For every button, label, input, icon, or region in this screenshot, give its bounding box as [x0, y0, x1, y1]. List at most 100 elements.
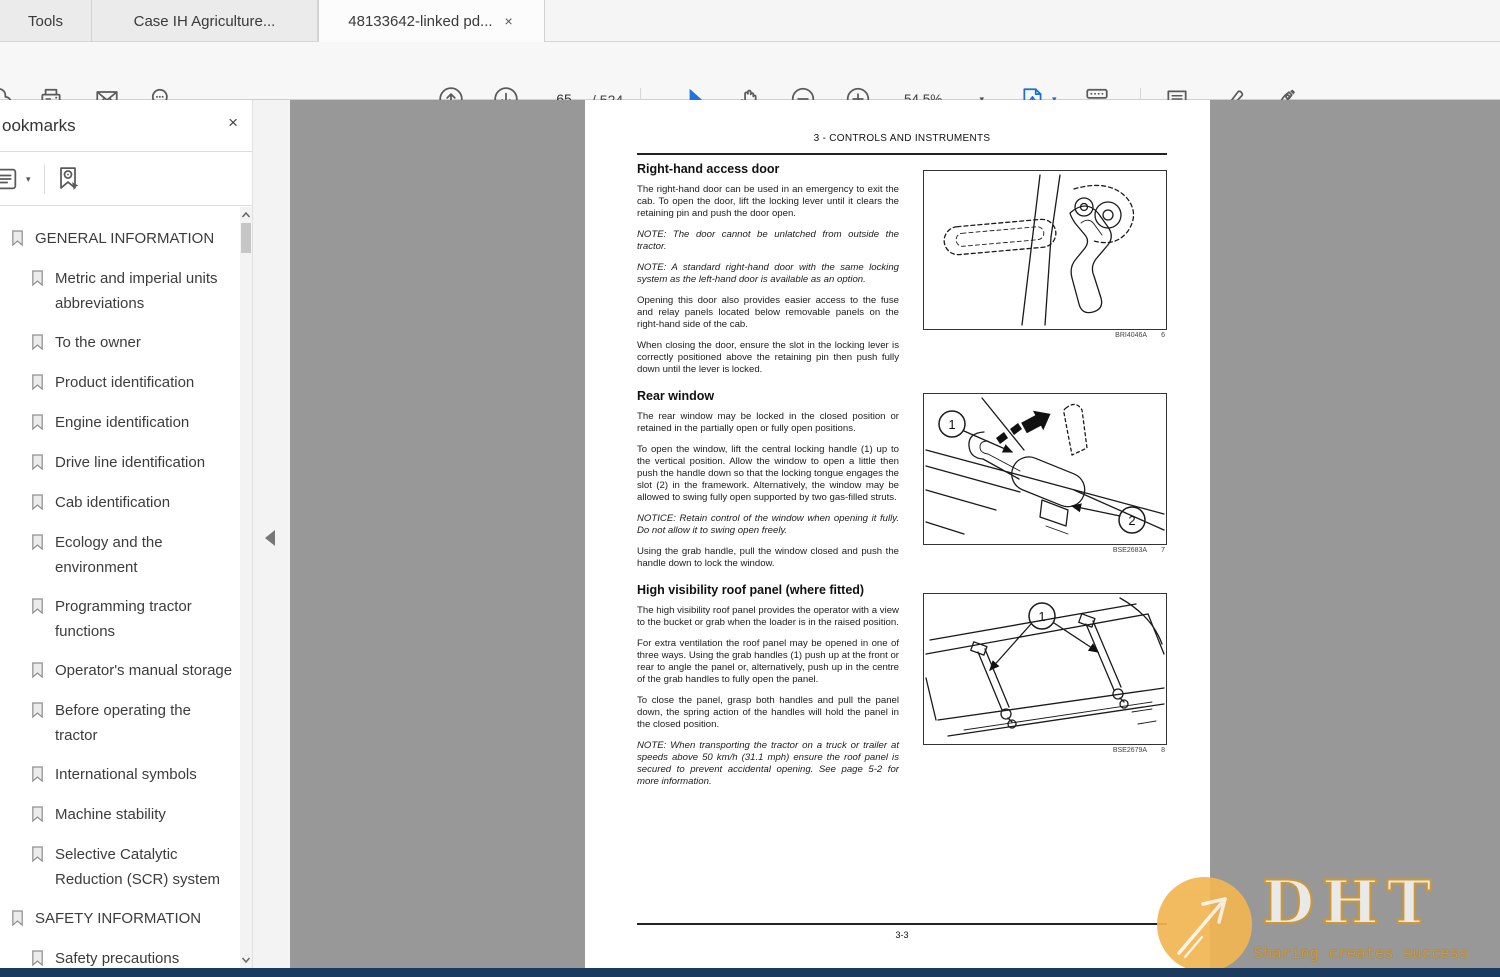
bookmark-item-cab-identification[interactable]: Cab identification: [0, 483, 240, 523]
bookmark-label: Drive line identification: [55, 454, 206, 471]
figure-code: BSE2683A: [1112, 547, 1148, 554]
section-title: High visibility roof panel (where fitted…: [637, 583, 865, 597]
paragraph: The high visibility roof panel provides …: [637, 605, 899, 628]
bookmark-options-icon[interactable]: [0, 165, 20, 193]
bookmark-item-to-the-owner[interactable]: To the owner: [0, 323, 240, 363]
page-number-label: 3-3: [895, 930, 909, 940]
bookmark-item-ecology-environment[interactable]: Ecology and the environment: [0, 523, 240, 587]
bookmark-label: To the owner: [55, 334, 141, 351]
paragraph: To open the window, lift the central loc…: [637, 444, 899, 503]
bookmark-label: Programming tractor functions: [55, 598, 192, 640]
bookmark-icon: [30, 333, 45, 356]
bookmark-item-safety-precautions[interactable]: Safety precautions: [0, 939, 240, 968]
bookmarks-title: ookmarks: [2, 116, 76, 135]
bookmark-label: Engine identification: [55, 414, 190, 431]
paragraph: To close the panel, grasp both handles a…: [637, 695, 899, 730]
rear-window-illustration: 1 2: [923, 393, 1167, 545]
bookmark-icon: [30, 269, 45, 292]
bookmark-icon: [30, 701, 45, 724]
pdf-page: 3 - CONTROLS AND INSTRUMENTS Right-hand …: [585, 100, 1210, 968]
bookmark-item-drive-line-identification[interactable]: Drive line identification: [0, 443, 240, 483]
paragraph: Opening this door also provides easier a…: [637, 295, 899, 330]
figure-caption: BSE2679A 8: [923, 747, 1167, 754]
bookmark-item-safety-information[interactable]: SAFETY INFORMATION: [0, 899, 240, 939]
notice-paragraph: NOTICE: Retain control of the window whe…: [637, 513, 899, 536]
section-title: Rear window: [637, 389, 715, 403]
acrobat-window: Tools Case IH Agriculture... 48133642-li…: [0, 0, 1500, 977]
bookmark-icon: [30, 373, 45, 396]
note-paragraph: NOTE: A standard right-hand door with th…: [637, 262, 899, 285]
paragraph: When closing the door, ensure the slot i…: [637, 340, 899, 375]
figure-door-lock: BRI4046A 6: [923, 170, 1167, 339]
bookmark-label: Ecology and the environment: [55, 534, 163, 576]
bookmarks-panel: ookmarks × ▾ GENERAL INFORMATION Metric …: [0, 100, 252, 968]
divider: [44, 164, 45, 194]
callout-1: 1: [948, 417, 955, 432]
tab-tools[interactable]: Tools: [0, 0, 92, 42]
go-to-bookmark-icon[interactable]: [54, 164, 82, 192]
panel-gutter: [252, 100, 290, 968]
figure-caption: BRI4046A 6: [923, 332, 1167, 339]
bookmark-label: Machine stability: [55, 806, 166, 823]
bookmark-label: International symbols: [55, 766, 197, 783]
bookmark-item-international-symbols[interactable]: International symbols: [0, 755, 240, 795]
collapse-sidebar-icon[interactable]: [265, 530, 275, 546]
door-lock-illustration: [923, 170, 1167, 330]
tab-bar-empty-space: [545, 0, 1500, 41]
main-area: ookmarks × ▾ GENERAL INFORMATION Metric …: [0, 100, 1500, 968]
scrollbar-thumb[interactable]: [241, 223, 251, 253]
dht-logo-text: DHT: [1261, 868, 1440, 938]
bookmark-icon: [30, 661, 45, 684]
bookmark-item-metric-imperial[interactable]: Metric and imperial units abbreviations: [0, 259, 240, 323]
bookmark-icon: [30, 805, 45, 828]
section-high-visibility-roof-panel: High visibility roof panel (where fitted…: [637, 583, 899, 788]
page-running-header: 3 - CONTROLS AND INSTRUMENTS: [813, 133, 991, 144]
bookmark-icon: [10, 909, 25, 932]
toolbar: / 524 54.5% ▾ ▾: [0, 42, 1500, 112]
bookmark-item-programming-tractor-functions[interactable]: Programming tractor functions: [0, 587, 240, 651]
bookmark-item-machine-stability[interactable]: Machine stability: [0, 795, 240, 835]
figure-number: 7: [1161, 547, 1165, 554]
paragraph: The right-hand door can be used in an em…: [637, 184, 899, 219]
bookmarks-scrollbar[interactable]: [240, 207, 252, 968]
tab-document-caseih[interactable]: Case IH Agriculture...: [92, 0, 318, 42]
bookmark-item-scr-system[interactable]: Selective Catalytic Reduction (SCR) syst…: [0, 835, 240, 899]
bookmark-label: SAFETY INFORMATION: [35, 910, 202, 927]
bookmark-icon: [30, 453, 45, 476]
chevron-down-icon[interactable]: ▾: [26, 174, 31, 185]
bookmark-item-product-identification[interactable]: Product identification: [0, 363, 240, 403]
section-right-hand-access-door: Right-hand access door The right-hand do…: [637, 162, 899, 376]
figure-number: 8: [1161, 747, 1165, 754]
scroll-down-icon: [241, 957, 251, 964]
bookmarks-header: ookmarks ×: [0, 100, 252, 152]
bookmark-icon: [30, 413, 45, 436]
figure-caption: BSE2683A 7: [923, 547, 1167, 554]
close-tab-icon[interactable]: ×: [503, 14, 515, 28]
bookmark-item-before-operating[interactable]: Before operating the tractor: [0, 691, 240, 755]
dht-slogan: Sharing creates success: [1253, 944, 1469, 962]
tab-tools-label: Tools: [27, 12, 64, 30]
bookmarks-tree: GENERAL INFORMATION Metric and imperial …: [0, 207, 240, 968]
section-title: Right-hand access door: [637, 162, 780, 176]
figure-number: 6: [1161, 332, 1165, 339]
footer-rule: [637, 923, 1167, 925]
close-panel-icon[interactable]: ×: [228, 114, 238, 131]
paragraph: For extra ventilation the roof panel may…: [637, 638, 899, 685]
section-rear-window: Rear window The rear window may be locke…: [637, 389, 899, 570]
tab-doc1-label: Case IH Agriculture...: [133, 12, 276, 30]
bookmarks-toolbar: ▾: [0, 152, 252, 206]
tab-document-active[interactable]: 48133642-linked pd... ×: [318, 0, 545, 42]
bookmark-icon: [30, 949, 45, 968]
bookmark-label: Selective Catalytic Reduction (SCR) syst…: [55, 846, 221, 888]
bookmark-label: Before operating the tractor: [55, 702, 191, 744]
paragraph: The rear window may be locked in the clo…: [637, 411, 899, 434]
bookmark-label: Product identification: [55, 374, 195, 391]
tab-bar: Tools Case IH Agriculture... 48133642-li…: [0, 0, 1500, 42]
bookmark-item-engine-identification[interactable]: Engine identification: [0, 403, 240, 443]
bookmark-label: Metric and imperial units abbreviations: [55, 270, 218, 312]
bookmark-item-operators-manual-storage[interactable]: Operator's manual storage: [0, 651, 240, 691]
figure-rear-window-handle: 1 2 BSE2683A 7: [923, 393, 1167, 554]
paragraph: Using the grab handle, pull the window c…: [637, 546, 899, 569]
bookmark-item-general-information[interactable]: GENERAL INFORMATION: [0, 219, 240, 259]
document-viewport[interactable]: 3 - CONTROLS AND INSTRUMENTS Right-hand …: [290, 100, 1500, 968]
